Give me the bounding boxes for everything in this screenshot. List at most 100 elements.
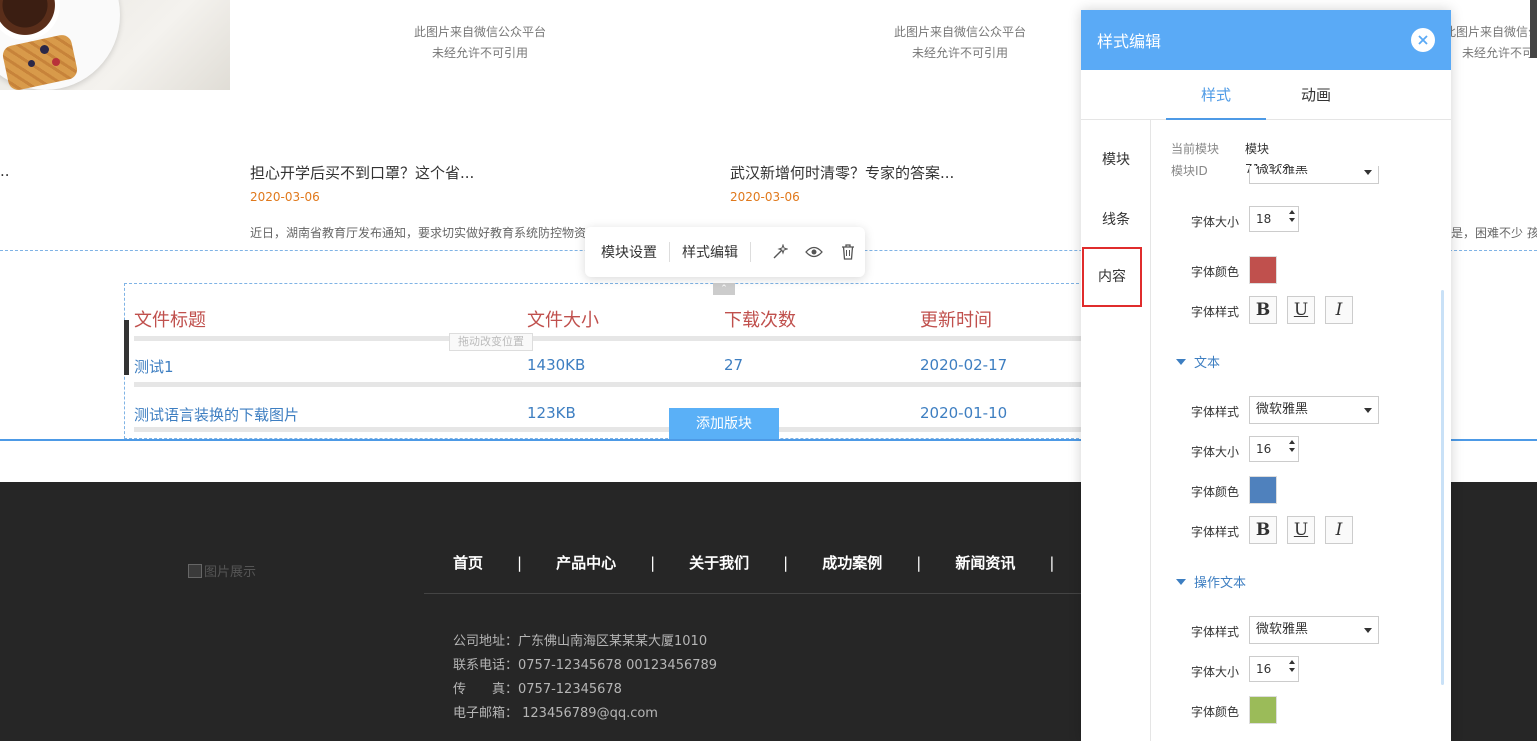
footer-nav-home[interactable]: 首页: [453, 552, 483, 573]
module-toolbar: 模块设置 样式编辑: [585, 227, 865, 277]
news-desc-right: 是，困难不少 孩子: [1451, 226, 1537, 240]
font-style-label: 字体样式: [1191, 525, 1240, 539]
table-cell-size: 123KB: [527, 404, 576, 422]
panel-tabs: 样式 动画: [1081, 70, 1451, 120]
news-desc: 近日，湖南省教育厅发布通知，要求切实做好教育系统防控物资: [250, 226, 587, 240]
side-item-module[interactable]: 模块: [1081, 130, 1151, 190]
news-date: 2020-03-06: [730, 190, 800, 204]
nav-separator: |: [517, 553, 523, 572]
font-size-value: 18: [1256, 212, 1272, 226]
panel-title: 样式编辑: [1097, 32, 1162, 51]
stepper-arrows[interactable]: [1289, 440, 1295, 452]
table-cell-size: 1430KB: [527, 356, 586, 374]
table-cell-title[interactable]: 测试语言装换的下载图片: [134, 404, 299, 425]
nav-separator: |: [783, 553, 789, 572]
underline-button[interactable]: U: [1287, 296, 1315, 324]
font-size-label: 字体大小: [1191, 445, 1240, 459]
font-family-value: 微软雅黑: [1256, 166, 1309, 177]
row-divider: [134, 427, 1084, 432]
table-cell-downloads: 27: [724, 356, 744, 374]
caret-down-icon: [1176, 578, 1186, 585]
panel-header: 样式编辑: [1081, 10, 1451, 70]
bold-button[interactable]: B: [1249, 516, 1277, 544]
page: 此图片来自微信公众平台 未经允许不可引用 此图片来自微信公众平台 未经允许不可引…: [0, 0, 1537, 741]
footer-nav-products[interactable]: 产品中心: [556, 552, 616, 573]
panel-scrollbar[interactable]: [1441, 290, 1444, 685]
current-module-value: 模块: [1245, 142, 1270, 156]
footer-divider: [424, 593, 1084, 594]
berry: [40, 45, 49, 54]
drag-tip: 拖动改变位置: [449, 333, 533, 351]
font-family-select[interactable]: 微软雅黑: [1249, 396, 1379, 424]
collapse-icon[interactable]: ⌃: [713, 283, 735, 295]
arrow-down-icon: [1289, 668, 1295, 672]
footer-contact: 公司地址：广东佛山南海区某某某大厦1010 联系电话：0757-12345678…: [453, 630, 717, 726]
font-size-stepper[interactable]: 16: [1249, 436, 1299, 462]
add-block-button[interactable]: 添加版块: [669, 408, 779, 440]
stepper-arrows[interactable]: [1289, 660, 1295, 672]
arrow-down-icon: [1289, 448, 1295, 452]
module-id-label: 模块ID: [1171, 164, 1208, 178]
style-edit-button[interactable]: 样式编辑: [682, 242, 750, 262]
section-action-text[interactable]: 操作文本: [1176, 572, 1246, 591]
footer-nav-about[interactable]: 关于我们: [689, 552, 749, 573]
logo-alt-text: 图片展示: [204, 565, 257, 580]
font-color-label: 字体颜色: [1191, 265, 1240, 279]
section-title: 文本: [1194, 356, 1221, 371]
table-cell-title[interactable]: 测试1: [134, 356, 174, 377]
magic-wand-icon[interactable]: [769, 241, 791, 263]
footer-nav-cases[interactable]: 成功案例: [822, 552, 882, 573]
arrow-down-icon: [1289, 218, 1295, 222]
underline-button[interactable]: U: [1287, 516, 1315, 544]
table-header-date: 更新时间: [920, 310, 992, 331]
news-title-truncated[interactable]: ..: [0, 162, 10, 180]
font-color-swatch[interactable]: [1249, 696, 1277, 724]
toolbar-divider: [750, 242, 751, 262]
close-icon: [1418, 35, 1428, 45]
font-size-stepper[interactable]: 16: [1249, 656, 1299, 682]
side-item-content[interactable]: 内容: [1082, 247, 1142, 307]
broken-image-icon: [188, 563, 202, 578]
toolbar-divider: [669, 242, 670, 262]
font-size-label: 字体大小: [1191, 215, 1240, 229]
chevron-down-icon: [1364, 408, 1372, 413]
font-color-swatch[interactable]: [1249, 476, 1277, 504]
font-color-swatch[interactable]: [1249, 256, 1277, 284]
font-family-label: 字体样式: [1191, 625, 1240, 639]
footer-phone: 联系电话：0757-12345678 00123456789: [453, 658, 718, 673]
font-size-value: 16: [1256, 662, 1272, 676]
side-item-line[interactable]: 线条: [1081, 190, 1151, 250]
bold-button[interactable]: B: [1249, 296, 1277, 324]
font-family-select[interactable]: 微软雅黑: [1249, 616, 1379, 644]
font-size-value: 16: [1256, 442, 1272, 456]
stepper-arrows[interactable]: [1289, 210, 1295, 222]
module-settings-button[interactable]: 模块设置: [601, 242, 669, 262]
font-size-stepper[interactable]: 18: [1249, 206, 1299, 232]
caption-line: 未经允许不可引用: [911, 46, 1008, 60]
tab-animation[interactable]: 动画: [1266, 70, 1366, 120]
italic-button[interactable]: I: [1325, 516, 1353, 544]
footer-fax: 传 真：0757-12345678: [453, 682, 622, 697]
news-title[interactable]: 武汉新增何时清零？专家的答案...: [730, 162, 954, 183]
trash-icon[interactable]: [837, 241, 859, 263]
nav-separator: |: [650, 553, 656, 572]
caret-down-icon: [1176, 358, 1186, 365]
panel-content: 当前模块 模块 模块ID 718269 微软雅黑 字体大小 18 字体颜色 字体…: [1151, 120, 1451, 741]
footer-nav-news[interactable]: 新闻资讯: [955, 552, 1015, 573]
tab-style[interactable]: 样式: [1166, 70, 1266, 120]
font-family-select[interactable]: 微软雅黑: [1249, 166, 1379, 184]
caption-line: 此图片来自微信公众平台: [413, 25, 546, 39]
close-button[interactable]: [1411, 28, 1435, 52]
caption-line: 未经允许不可引用: [431, 46, 528, 60]
row-divider: [134, 336, 1084, 341]
font-style-label: 字体样式: [1191, 305, 1240, 319]
eye-icon[interactable]: [803, 241, 825, 263]
nav-separator: |: [916, 553, 922, 572]
row-divider: [134, 382, 1084, 387]
footer-logo[interactable]: 图片展示: [188, 561, 256, 580]
news-title[interactable]: 担心开学后买不到口罩？这个省...: [250, 162, 474, 183]
section-text[interactable]: 文本: [1176, 352, 1220, 371]
footer-email: 电子邮箱： 123456789@qq.com: [453, 706, 658, 721]
italic-button[interactable]: I: [1325, 296, 1353, 324]
drag-handle[interactable]: [124, 320, 129, 375]
